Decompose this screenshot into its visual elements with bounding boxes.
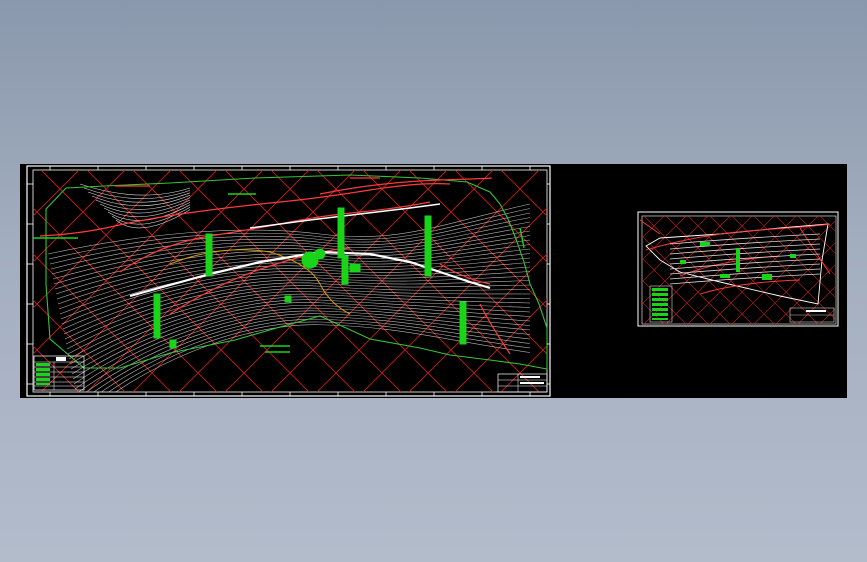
main-contours bbox=[47, 183, 531, 392]
annotation-marks bbox=[33, 193, 525, 353]
grid-line bbox=[546, 391, 547, 392]
thumbnail-contour-line bbox=[669, 263, 821, 275]
upper-roadway bbox=[249, 203, 441, 229]
contour-line bbox=[95, 197, 191, 210]
grid-line bbox=[731, 170, 847, 392]
grid-line bbox=[731, 170, 847, 392]
thumbnail-contour-line bbox=[669, 253, 821, 265]
grid-line bbox=[842, 216, 847, 324]
grid-line bbox=[33, 170, 80, 217]
grid-line bbox=[33, 345, 80, 392]
contour-line bbox=[54, 235, 531, 290]
thumbnail-contour-line bbox=[669, 243, 821, 255]
thumbnail-sheet[interactable] bbox=[534, 211, 847, 327]
main-sheet[interactable] bbox=[20, 165, 847, 398]
thumbnail-contour-line bbox=[669, 238, 821, 250]
thumbnail-roads bbox=[639, 219, 831, 295]
thumbnail-contour-line bbox=[669, 268, 821, 280]
thumbnail-contour-line bbox=[669, 248, 821, 260]
thumbnail-contours bbox=[669, 233, 821, 285]
grid-line bbox=[639, 170, 847, 392]
cad-viewport[interactable] bbox=[20, 164, 847, 398]
main-grid bbox=[33, 170, 847, 392]
grid-line bbox=[546, 170, 547, 171]
thumbnail-contour-line bbox=[669, 258, 821, 270]
grid-line bbox=[639, 170, 847, 392]
thumbnail-title-block bbox=[789, 307, 835, 323]
title-block bbox=[497, 373, 548, 393]
grid-line bbox=[842, 216, 847, 324]
contour-line bbox=[51, 221, 531, 275]
cad-drawing-canvas[interactable] bbox=[20, 164, 847, 398]
